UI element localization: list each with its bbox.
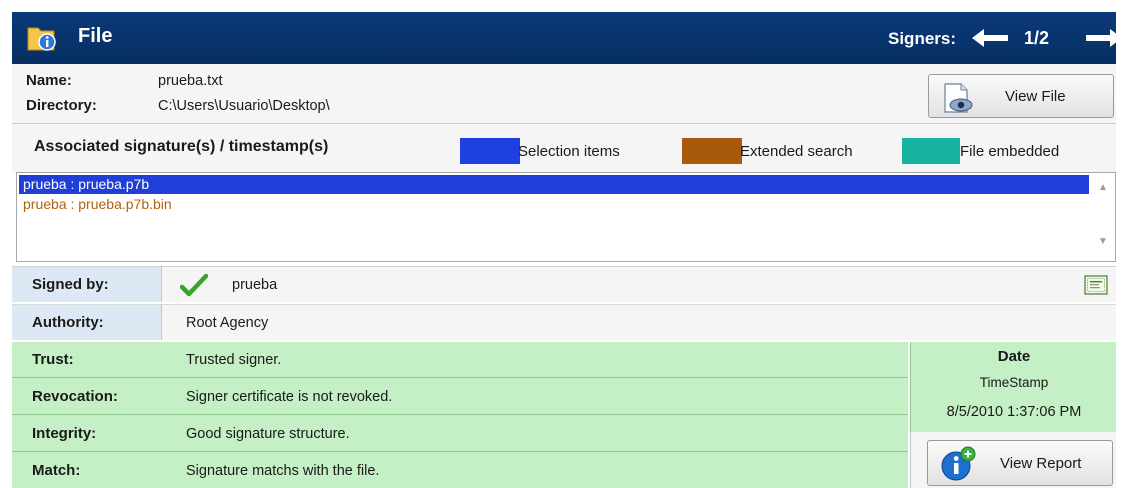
signed-by-value: prueba xyxy=(232,277,278,293)
match-label: Match: xyxy=(32,462,81,479)
directory-label: Directory: xyxy=(26,97,97,114)
file-info-panel: Name: prueba.txt Directory: C:\Users\Usu… xyxy=(12,64,1116,124)
timestamp-label: TimeStamp xyxy=(979,375,1049,390)
scroll-up-icon[interactable]: ▲ xyxy=(1097,182,1109,193)
legend-label-extended: Extended search xyxy=(740,143,853,160)
signature-list[interactable]: prueba : prueba.p7b prueba : prueba.p7b.… xyxy=(16,172,1116,262)
trust-row: Trust: Trusted signer. xyxy=(12,342,908,378)
certificate-icon[interactable] xyxy=(1084,275,1108,295)
document-view-icon xyxy=(944,83,973,113)
integrity-value: Good signature structure. xyxy=(186,426,350,442)
signed-by-label: Signed by: xyxy=(12,267,162,302)
view-report-button[interactable]: View Report xyxy=(927,440,1113,486)
legend-label-selection: Selection items xyxy=(518,143,620,160)
legend-swatch-embedded xyxy=(902,138,960,164)
trust-value: Trusted signer. xyxy=(186,352,282,368)
name-label: Name: xyxy=(26,72,72,89)
match-value: Signature matchs with the file. xyxy=(186,463,380,479)
authority-row: Authority: Root Agency xyxy=(12,304,1116,340)
report-area: View Report xyxy=(910,432,1116,488)
integrity-row: Integrity: Good signature structure. xyxy=(12,416,908,452)
directory-value: C:\Users\Usuario\Desktop\ xyxy=(158,98,330,114)
file-name-value: prueba.txt xyxy=(158,73,223,89)
legend-label-embedded: File embedded xyxy=(960,143,1060,160)
folder-info-icon xyxy=(27,27,56,51)
match-row: Match: Signature matchs with the file. xyxy=(12,453,908,488)
date-value: 8/5/2010 1:37:06 PM xyxy=(946,404,1082,420)
signer-counter: 1/2 xyxy=(1024,28,1050,48)
list-item[interactable]: prueba : prueba.p7b xyxy=(19,175,1089,194)
scroll-down-icon[interactable]: ▼ xyxy=(1097,236,1109,247)
previous-signer-arrow-icon[interactable] xyxy=(970,26,1010,50)
date-panel: Date TimeStamp 8/5/2010 1:37:06 PM xyxy=(910,342,1116,432)
signers-label: Signers: xyxy=(888,29,957,48)
integrity-label: Integrity: xyxy=(32,425,97,442)
list-item[interactable]: prueba : prueba.p7b.bin xyxy=(19,195,172,214)
authority-value: Root Agency xyxy=(186,315,269,331)
signed-by-row: Signed by: prueba xyxy=(12,266,1116,302)
list-scrollbar[interactable]: ▲ ▼ xyxy=(1092,174,1114,260)
view-report-label: View Report xyxy=(1000,455,1082,472)
info-plus-icon xyxy=(941,446,976,481)
view-file-label: View File xyxy=(1005,88,1066,105)
authority-label: Authority: xyxy=(12,305,162,340)
trust-label: Trust: xyxy=(32,351,74,368)
revocation-label: Revocation: xyxy=(32,388,118,405)
date-heading: Date xyxy=(997,348,1031,365)
legend-swatch-selection xyxy=(460,138,520,164)
associated-signatures-header: Associated signature(s) / timestamp(s) S… xyxy=(12,124,1116,172)
checkmark-icon xyxy=(180,274,208,297)
verification-status-panel: Trust: Trusted signer. Revocation: Signe… xyxy=(12,342,908,488)
revocation-row: Revocation: Signer certificate is not re… xyxy=(12,379,908,415)
legend-swatch-extended xyxy=(682,138,742,164)
header-bar: File Signers: 1/2 xyxy=(12,12,1122,64)
revocation-value: Signer certificate is not revoked. xyxy=(186,389,393,405)
header-title: File xyxy=(78,25,113,47)
signature-window: File Signers: 1/2 Name: prueba.txt Direc… xyxy=(0,0,1126,488)
associated-heading: Associated signature(s) / timestamp(s) xyxy=(34,138,329,155)
next-signer-arrow-icon[interactable] xyxy=(1084,26,1124,50)
view-file-button[interactable]: View File xyxy=(928,74,1114,118)
